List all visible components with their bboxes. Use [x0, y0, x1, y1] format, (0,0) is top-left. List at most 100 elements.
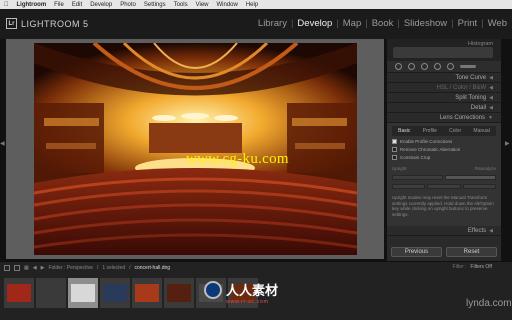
module-separator: |: [365, 18, 368, 29]
rr-sc-emblem-icon: [204, 280, 222, 299]
filter-label: Filter :: [452, 264, 467, 270]
menu-item-edit[interactable]: Edit: [72, 2, 82, 8]
spot-removal-icon[interactable]: [408, 63, 415, 70]
module-print[interactable]: Print: [458, 18, 478, 29]
radial-filter-icon[interactable]: [447, 63, 454, 70]
develop-right-panel: Histogram Tone Curve ◀ HSL / Color / B&W ◀…: [387, 39, 501, 261]
module-separator: |: [481, 18, 484, 29]
collapse-triangle-icon: ◀: [489, 227, 493, 234]
section-label: HSL / Color / B&W: [436, 84, 487, 91]
upright-vertical-button[interactable]: [427, 184, 461, 189]
histogram-graph: [393, 47, 493, 58]
module-separator: |: [290, 18, 294, 29]
enable-profile-checkbox[interactable]: Enable Profile Corrections: [392, 139, 496, 144]
breadcrumb-separator: /: [96, 264, 99, 271]
second-window-icon[interactable]: [14, 264, 20, 271]
rr-sc-logo: 人人素材 www.rr-sc.com: [204, 280, 278, 305]
apple-icon[interactable]: : [4, 2, 9, 8]
section-tone-curve[interactable]: Tone Curve ◀: [387, 73, 501, 83]
menu-item-settings[interactable]: Settings: [144, 2, 166, 8]
upright-label: Upright: [392, 166, 407, 171]
expand-triangle-icon: ▼: [488, 114, 493, 121]
main-window-icon[interactable]: [4, 264, 10, 271]
breadcrumb-selection: 1 selected: [102, 264, 126, 271]
collapse-triangle-icon: ◀: [489, 84, 493, 91]
breadcrumb-folder[interactable]: Folder : Perspective: [48, 265, 92, 271]
module-library[interactable]: Library: [258, 18, 287, 29]
adjustment-brush-icon[interactable]: [460, 65, 476, 68]
collapse-triangle-icon: ◀: [489, 94, 493, 101]
upright-auto-button[interactable]: [445, 175, 496, 180]
checkbox-label: Enable Profile Corrections: [400, 139, 453, 144]
menu-item-tools[interactable]: Tools: [174, 2, 188, 8]
filmstrip-thumbnail[interactable]: [36, 278, 66, 308]
previous-button[interactable]: Previous: [391, 247, 442, 257]
menu-item-develop[interactable]: Develop: [90, 2, 112, 8]
lynda-logo: lynda.com: [466, 298, 512, 309]
breadcrumb-separator: /: [129, 264, 131, 271]
filmstrip-thumbnail[interactable]: [164, 278, 194, 308]
checkbox-box: [392, 139, 397, 144]
thumbnail-image: [135, 284, 159, 302]
right-panel-toggle-icon[interactable]: ▶: [505, 140, 510, 147]
upright-off-button[interactable]: [392, 175, 443, 180]
filmstrip-thumbnail[interactable]: [4, 278, 34, 308]
image-canvas[interactable]: www.cg-ku.com: [6, 39, 384, 259]
tab-color[interactable]: Color: [449, 128, 461, 134]
menu-item-photo[interactable]: Photo: [120, 2, 136, 8]
module-separator: |: [451, 18, 454, 29]
thumbnail-image: [103, 284, 127, 302]
tab-basic[interactable]: Basic: [398, 128, 410, 134]
section-effects[interactable]: Effects ◀: [387, 226, 501, 236]
filmstrip-thumbnail[interactable]: [68, 278, 98, 308]
photo-illustration: [34, 43, 357, 255]
menu-item-help[interactable]: Help: [246, 2, 258, 8]
filmstrip-thumbnail[interactable]: [100, 278, 130, 308]
lightroom-badge: Lr: [6, 18, 17, 29]
reanalyze-button[interactable]: Reanalyze: [475, 166, 496, 171]
filmstrip-toolbar: ▦ ◀ ▶ Folder : Perspective / 1 selected …: [0, 262, 512, 273]
grid-icon[interactable]: ▦: [24, 265, 29, 271]
tab-manual[interactable]: Manual: [473, 128, 489, 134]
filmstrip-thumbnail[interactable]: [132, 278, 162, 308]
upright-level-button[interactable]: [392, 184, 426, 189]
checkbox-box: [392, 147, 397, 152]
menu-item-file[interactable]: File: [54, 2, 64, 8]
menu-item-lightroom[interactable]: Lightroom: [17, 2, 47, 8]
section-hsl[interactable]: HSL / Color / B&W ◀: [387, 83, 501, 93]
red-eye-icon[interactable]: [421, 63, 428, 70]
reset-button[interactable]: Reset: [446, 247, 497, 257]
app-logo: Lr LIGHTROOM 5: [6, 18, 89, 29]
constrain-crop-checkbox[interactable]: Constrain Crop: [392, 155, 496, 160]
back-arrow-icon[interactable]: ◀: [33, 265, 37, 271]
module-bar: Lr LIGHTROOM 5 Library | Develop | Map |…: [0, 9, 512, 39]
section-detail[interactable]: Detail ◀: [387, 103, 501, 113]
forward-arrow-icon[interactable]: ▶: [41, 265, 45, 271]
filmstrip-filter[interactable]: Filter : Filters Off: [453, 264, 492, 270]
section-label: Split Toning: [455, 94, 487, 101]
module-map[interactable]: Map: [343, 18, 361, 29]
tool-strip: [387, 61, 501, 73]
crop-tool-icon[interactable]: [395, 63, 402, 70]
module-slideshow[interactable]: Slideshow: [404, 18, 447, 29]
menu-item-window[interactable]: Window: [217, 2, 238, 8]
upright-buttons-row-1: [392, 175, 496, 180]
breadcrumb-filename[interactable]: concert-hall.dng: [135, 265, 171, 271]
upright-row: Upright Reanalyze: [392, 166, 496, 171]
module-develop[interactable]: Develop: [297, 18, 332, 29]
thumbnail-image: [71, 284, 95, 302]
module-web[interactable]: Web: [488, 18, 507, 29]
section-lens-corrections[interactable]: Lens Corrections ▼: [387, 113, 501, 123]
upright-help-text: Upright modes may reset the Manual Trans…: [392, 195, 494, 217]
upright-full-button[interactable]: [462, 184, 496, 189]
histogram-panel[interactable]: Histogram: [387, 39, 501, 61]
tab-profile[interactable]: Profile: [423, 128, 437, 134]
module-picker: Library | Develop | Map | Book | Slidesh…: [258, 18, 507, 29]
module-book[interactable]: Book: [372, 18, 394, 29]
menu-item-view[interactable]: View: [196, 2, 209, 8]
graduated-filter-icon[interactable]: [434, 63, 441, 70]
checkbox-label: Constrain Crop: [400, 155, 431, 160]
section-split-toning[interactable]: Split Toning ◀: [387, 93, 501, 103]
filter-value[interactable]: Filters Off: [470, 264, 492, 270]
remove-ca-checkbox[interactable]: Remove Chromatic Aberration: [392, 147, 496, 152]
